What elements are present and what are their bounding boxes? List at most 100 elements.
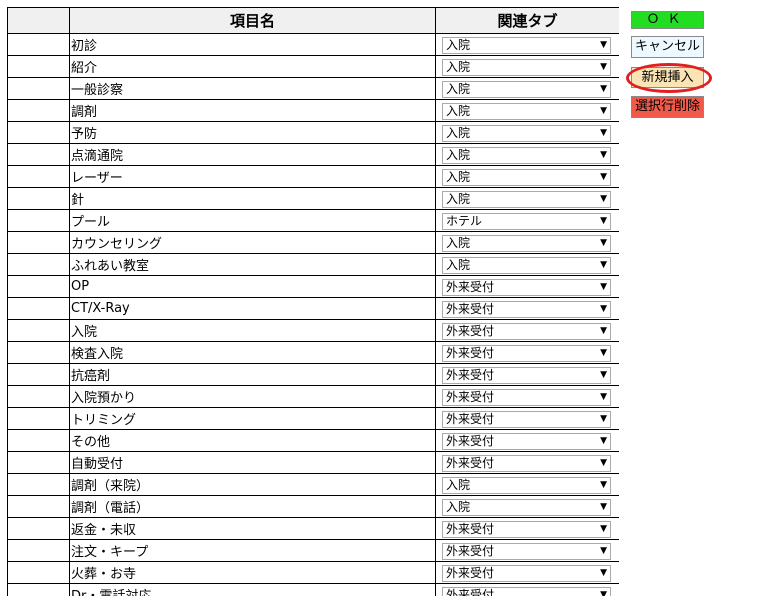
cancel-button[interactable]: キャンセル — [631, 36, 704, 58]
row-selector-cell[interactable] — [7, 539, 70, 562]
row-selector-cell[interactable] — [7, 121, 70, 144]
related-tab-select[interactable]: 外来受付 ▼ — [442, 367, 611, 384]
table-row[interactable]: 調剤（来院） 入院 ▼ — [7, 473, 619, 496]
item-name-cell[interactable]: カウンセリング — [69, 231, 436, 254]
row-selector-cell[interactable] — [7, 165, 70, 188]
table-row[interactable]: 一般診察 入院 ▼ — [7, 77, 619, 100]
related-tab-select[interactable]: 外来受付 ▼ — [442, 521, 611, 538]
item-name-cell[interactable]: 調剤 — [69, 99, 436, 122]
row-selector-cell[interactable] — [7, 495, 70, 518]
table-row[interactable]: 自動受付 外来受付 ▼ — [7, 451, 619, 474]
ok-button[interactable]: ＯＫ — [631, 11, 704, 29]
table-row[interactable]: 予防 入院 ▼ — [7, 121, 619, 144]
row-selector-cell[interactable] — [7, 429, 70, 452]
related-tab-select[interactable]: ホテル ▼ — [442, 213, 611, 230]
row-selector-cell[interactable] — [7, 209, 70, 232]
item-name-cell[interactable]: その他 — [69, 429, 436, 452]
related-tab-select[interactable]: 入院 ▼ — [442, 81, 611, 98]
related-tab-select[interactable]: 外来受付 ▼ — [442, 543, 611, 560]
table-row[interactable]: 入院 外来受付 ▼ — [7, 319, 619, 342]
item-name-cell[interactable]: 火葬・お寺 — [69, 561, 436, 584]
related-tab-select[interactable]: 外来受付 ▼ — [442, 301, 611, 318]
item-name-cell[interactable]: CT/X-Ray — [69, 297, 436, 320]
related-tab-select[interactable]: 入院 ▼ — [442, 103, 611, 120]
table-row[interactable]: その他 外来受付 ▼ — [7, 429, 619, 452]
row-selector-cell[interactable] — [7, 253, 70, 276]
table-row[interactable]: 調剤 入院 ▼ — [7, 99, 619, 122]
row-selector-cell[interactable] — [7, 187, 70, 210]
table-row[interactable]: Dr・電話対応 外来受付 ▼ — [7, 583, 619, 596]
item-name-cell[interactable]: プール — [69, 209, 436, 232]
delete-selected-row-button[interactable]: 選択行削除 — [631, 96, 704, 118]
item-name-cell[interactable]: 抗癌剤 — [69, 363, 436, 386]
item-name-cell[interactable]: 調剤（電話） — [69, 495, 436, 518]
item-name-cell[interactable]: レーザー — [69, 165, 436, 188]
row-selector-cell[interactable] — [7, 55, 70, 78]
item-name-cell[interactable]: 点滴通院 — [69, 143, 436, 166]
row-selector-cell[interactable] — [7, 407, 70, 430]
related-tab-select[interactable]: 外来受付 ▼ — [442, 279, 611, 296]
related-tab-select[interactable]: 入院 ▼ — [442, 235, 611, 252]
table-row[interactable]: プール ホテル ▼ — [7, 209, 619, 232]
table-row[interactable]: 初診 入院 ▼ — [7, 33, 619, 56]
table-row[interactable]: カウンセリング 入院 ▼ — [7, 231, 619, 254]
table-row[interactable]: 入院預かり 外来受付 ▼ — [7, 385, 619, 408]
related-tab-select[interactable]: 入院 ▼ — [442, 59, 611, 76]
item-name-cell[interactable]: 入院 — [69, 319, 436, 342]
table-row[interactable]: OP 外来受付 ▼ — [7, 275, 619, 298]
related-tab-select[interactable]: 入院 ▼ — [442, 257, 611, 274]
related-tab-select[interactable]: 入院 ▼ — [442, 147, 611, 164]
item-name-cell[interactable]: 調剤（来院） — [69, 473, 436, 496]
table-row[interactable]: 火葬・お寺 外来受付 ▼ — [7, 561, 619, 584]
row-selector-cell[interactable] — [7, 341, 70, 364]
table-row[interactable]: 抗癌剤 外来受付 ▼ — [7, 363, 619, 386]
item-name-cell[interactable]: ふれあい教室 — [69, 253, 436, 276]
item-name-cell[interactable]: Dr・電話対応 — [69, 583, 436, 596]
item-name-cell[interactable]: OP — [69, 275, 436, 298]
row-selector-cell[interactable] — [7, 451, 70, 474]
row-selector-cell[interactable] — [7, 385, 70, 408]
table-row[interactable]: CT/X-Ray 外来受付 ▼ — [7, 297, 619, 320]
item-name-cell[interactable]: 注文・キープ — [69, 539, 436, 562]
new-insert-button[interactable]: 新規挿入 — [631, 67, 704, 88]
row-selector-cell[interactable] — [7, 583, 70, 596]
table-row[interactable]: トリミング 外来受付 ▼ — [7, 407, 619, 430]
item-name-cell[interactable]: 検査入院 — [69, 341, 436, 364]
table-row[interactable]: 紹介 入院 ▼ — [7, 55, 619, 78]
row-selector-cell[interactable] — [7, 319, 70, 342]
row-selector-cell[interactable] — [7, 561, 70, 584]
related-tab-select[interactable]: 外来受付 ▼ — [442, 345, 611, 362]
table-row[interactable]: 検査入院 外来受付 ▼ — [7, 341, 619, 364]
related-tab-select[interactable]: 外来受付 ▼ — [442, 565, 611, 582]
table-row[interactable]: 注文・キープ 外来受付 ▼ — [7, 539, 619, 562]
related-tab-select[interactable]: 入院 ▼ — [442, 37, 611, 54]
related-tab-select[interactable]: 外来受付 ▼ — [442, 433, 611, 450]
item-name-cell[interactable]: 一般診察 — [69, 77, 436, 100]
item-name-cell[interactable]: 自動受付 — [69, 451, 436, 474]
item-name-cell[interactable]: トリミング — [69, 407, 436, 430]
related-tab-select[interactable]: 外来受付 ▼ — [442, 389, 611, 406]
related-tab-select[interactable]: 入院 ▼ — [442, 499, 611, 516]
table-row[interactable]: ふれあい教室 入院 ▼ — [7, 253, 619, 276]
item-name-cell[interactable]: 紹介 — [69, 55, 436, 78]
item-name-cell[interactable]: 入院預かり — [69, 385, 436, 408]
row-selector-cell[interactable] — [7, 33, 70, 56]
related-tab-select[interactable]: 入院 ▼ — [442, 477, 611, 494]
related-tab-select[interactable]: 外来受付 ▼ — [442, 455, 611, 472]
related-tab-select[interactable]: 入院 ▼ — [442, 191, 611, 208]
table-row[interactable]: レーザー 入院 ▼ — [7, 165, 619, 188]
table-row[interactable]: 返金・未収 外来受付 ▼ — [7, 517, 619, 540]
row-selector-cell[interactable] — [7, 517, 70, 540]
related-tab-select[interactable]: 入院 ▼ — [442, 169, 611, 186]
related-tab-select[interactable]: 外来受付 ▼ — [442, 411, 611, 428]
row-selector-cell[interactable] — [7, 363, 70, 386]
table-row[interactable]: 調剤（電話） 入院 ▼ — [7, 495, 619, 518]
row-selector-cell[interactable] — [7, 143, 70, 166]
row-selector-cell[interactable] — [7, 99, 70, 122]
row-selector-cell[interactable] — [7, 473, 70, 496]
item-name-cell[interactable]: 針 — [69, 187, 436, 210]
related-tab-select[interactable]: 入院 ▼ — [442, 125, 611, 142]
row-selector-cell[interactable] — [7, 77, 70, 100]
related-tab-select[interactable]: 外来受付 ▼ — [442, 323, 611, 340]
related-tab-select[interactable]: 外来受付 ▼ — [442, 587, 611, 596]
